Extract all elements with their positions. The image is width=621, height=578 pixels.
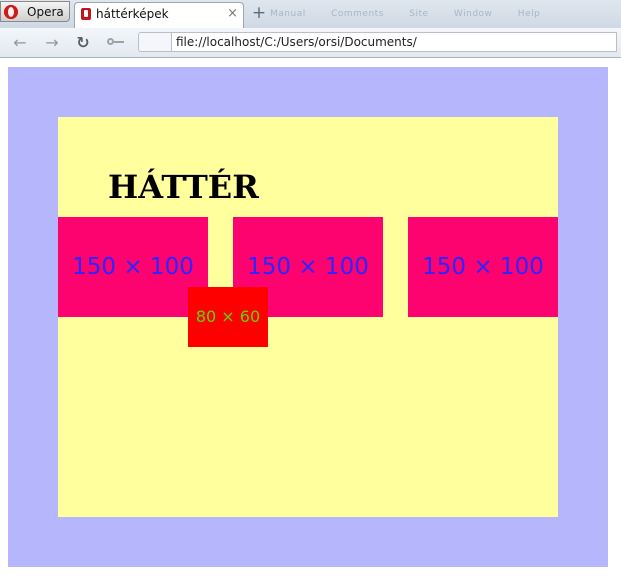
tab-title: háttérképek — [96, 7, 169, 21]
reload-icon[interactable]: ↻ — [73, 33, 93, 53]
faded-menu: Manual Comments Site Window Help — [270, 9, 562, 19]
url-input[interactable] — [171, 32, 617, 52]
opera-menu-button[interactable]: Opera — [0, 1, 70, 22]
opera-logo-icon — [4, 5, 18, 19]
page-heading: HÁTTÉR — [108, 168, 259, 206]
page-favicon-icon — [81, 8, 91, 20]
back-arrow-icon[interactable]: ← — [10, 33, 30, 53]
faded-menu-item: Comments — [331, 9, 384, 19]
box-150x100: 150 × 100 — [58, 217, 208, 317]
box-80x60: 80 × 60 — [188, 287, 268, 347]
inner-background-area: HÁTTÉR 150 × 100 150 × 100 150 × 100 80 … — [58, 117, 558, 517]
opera-menu-label: Opera — [27, 5, 64, 19]
address-bar: ← → ↻ — [0, 28, 621, 58]
forward-arrow-icon[interactable]: → — [42, 33, 62, 53]
faded-menu-item: Manual — [270, 9, 306, 19]
faded-menu-item: Help — [517, 9, 541, 19]
faded-menu-item: Window — [453, 9, 493, 19]
box-150x100: 150 × 100 — [408, 217, 558, 317]
page-viewport: HÁTTÉR 150 × 100 150 × 100 150 × 100 80 … — [0, 58, 621, 578]
site-info-badge[interactable] — [138, 32, 172, 52]
key-icon[interactable] — [107, 38, 125, 47]
tab-active[interactable]: háttérképek × — [74, 2, 244, 28]
faded-menu-item: Site — [409, 9, 429, 19]
outer-background-area: HÁTTÉR 150 × 100 150 × 100 150 × 100 80 … — [8, 67, 608, 567]
tab-bar: Opera háttérképek × + Manual Comments Si… — [0, 0, 621, 28]
new-tab-button[interactable]: + — [250, 4, 268, 22]
close-tab-icon[interactable]: × — [227, 6, 238, 21]
